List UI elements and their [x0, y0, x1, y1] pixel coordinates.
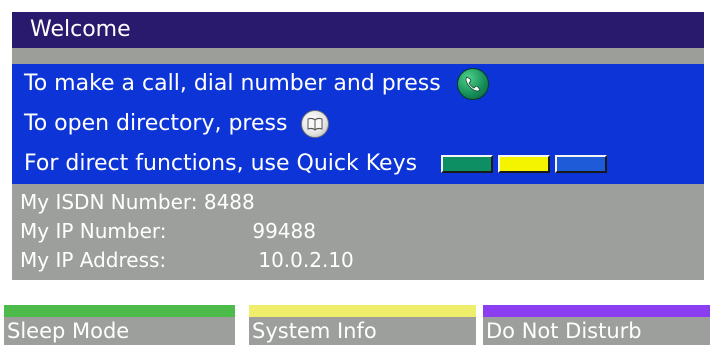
softkey-bar: Sleep Mode System Info Do Not Disturb — [0, 305, 710, 345]
title-divider-strip — [12, 48, 704, 64]
device-info-panel: My ISDN Number: 8488 My IP Number: 99488… — [12, 184, 704, 280]
quick-key-yellow-icon — [498, 155, 551, 173]
quick-keys-legend — [441, 155, 608, 173]
welcome-title-bar: Welcome — [12, 12, 704, 48]
system-info-label: System Info — [252, 319, 377, 343]
instructions-panel: To make a call, dial number and press To… — [12, 64, 704, 184]
isdn-number-row: My ISDN Number: 8488 — [20, 188, 704, 217]
sleep-mode-softkey[interactable]: Sleep Mode — [4, 305, 235, 345]
call-instruction-text: To make a call, dial number and press — [24, 71, 441, 96]
isdn-number-label: My ISDN Number: — [20, 190, 198, 214]
quick-key-green-icon — [441, 155, 494, 173]
page-title: Welcome — [30, 17, 131, 42]
do-not-disturb-label: Do Not Disturb — [486, 319, 642, 343]
quick-keys-instruction-line: For direct functions, use Quick Keys — [24, 144, 704, 184]
isdn-number-value: 8488 — [203, 190, 255, 214]
do-not-disturb-color-bar — [483, 305, 710, 317]
directory-instruction-text: To open directory, press — [24, 111, 288, 136]
ip-number-label: My IP Number: — [20, 219, 167, 243]
ip-number-row: My IP Number: 99488 — [20, 217, 704, 246]
ip-address-row: My IP Address: 10.0.2.10 — [20, 246, 704, 275]
do-not-disturb-softkey[interactable]: Do Not Disturb — [483, 305, 710, 345]
sleep-mode-color-bar — [4, 305, 235, 317]
quick-keys-instruction-text: For direct functions, use Quick Keys — [24, 151, 418, 176]
directory-instruction-line: To open directory, press — [24, 104, 704, 144]
ip-address-value: 10.0.2.10 — [258, 248, 354, 272]
system-info-color-bar — [249, 305, 476, 317]
directory-book-icon — [301, 110, 330, 138]
ip-number-value: 99488 — [252, 219, 316, 243]
call-handset-icon — [456, 68, 489, 100]
quick-key-blue-icon — [555, 155, 608, 173]
ip-address-label: My IP Address: — [20, 248, 167, 272]
system-info-softkey[interactable]: System Info — [249, 305, 476, 345]
sleep-mode-label: Sleep Mode — [7, 319, 130, 343]
call-instruction-line: To make a call, dial number and press — [24, 64, 704, 104]
